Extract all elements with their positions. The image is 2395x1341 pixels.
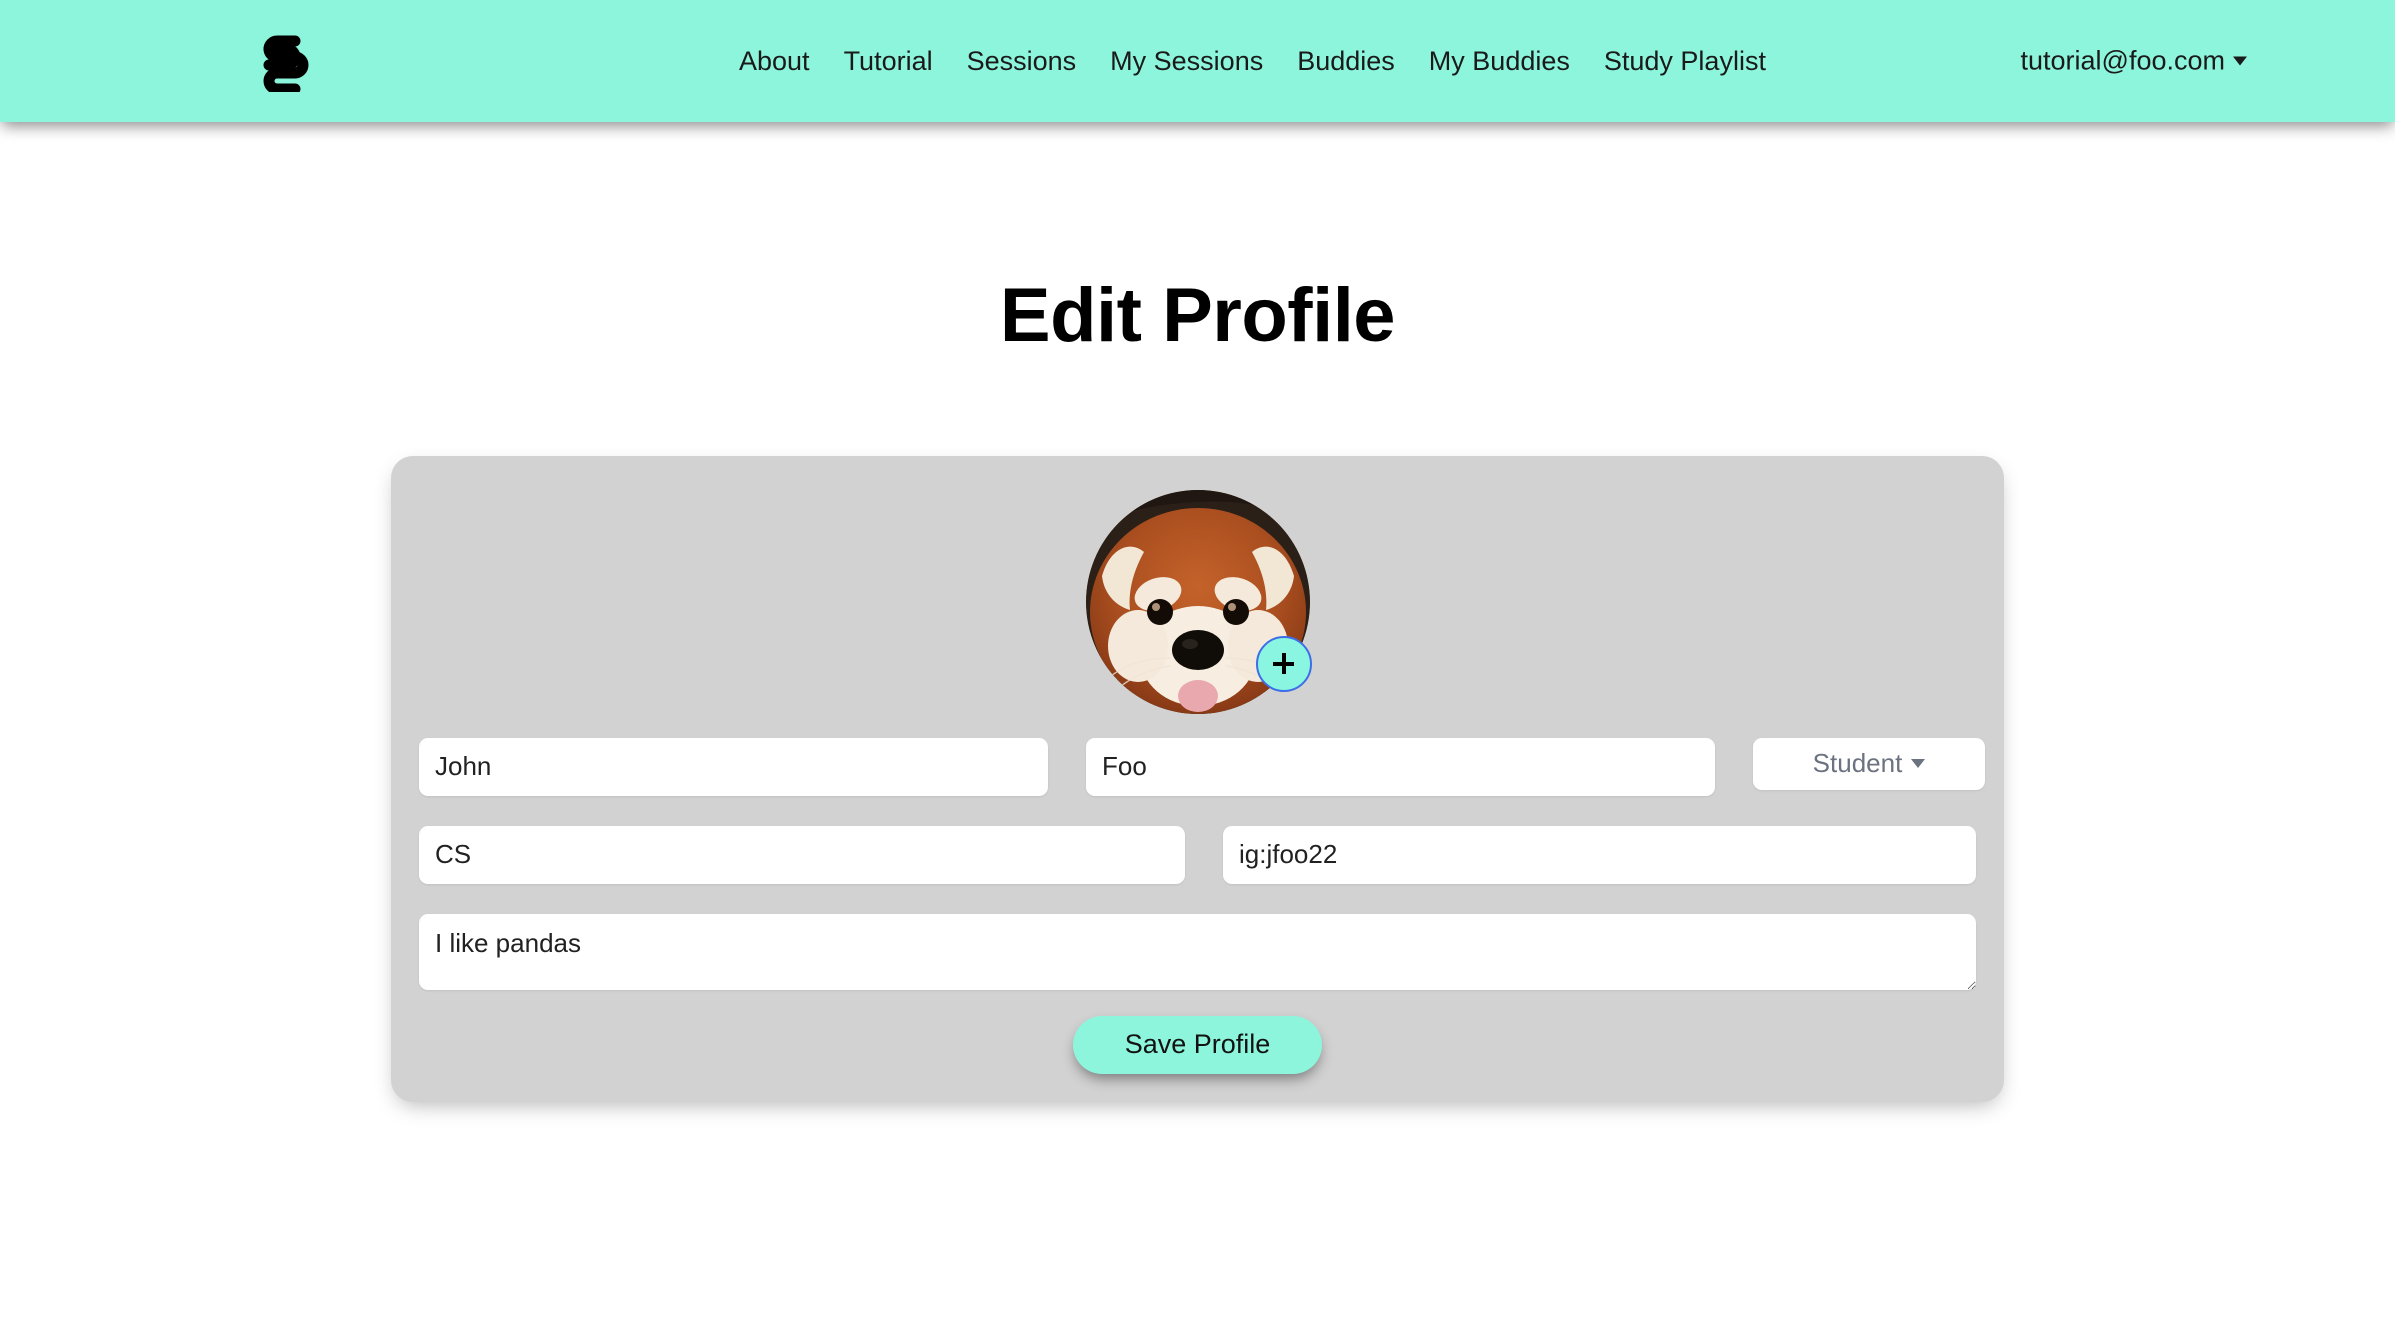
role-dropdown-label: Student (1812, 748, 1903, 779)
profile-card-wrapper: Student I like pandas Save Profile (0, 455, 2395, 1102)
social-input[interactable] (1223, 825, 1976, 884)
first-name-input[interactable] (419, 737, 1048, 796)
avatar-holder (1085, 489, 1312, 714)
logo-icon (251, 30, 313, 92)
nav-item-tutorial[interactable]: Tutorial (827, 47, 950, 75)
avatar-row (419, 482, 1976, 738)
brand-logo-link[interactable] (250, 29, 314, 93)
nav-item-buddies[interactable]: Buddies (1280, 47, 1412, 75)
form-row-bio: I like pandas (419, 913, 1976, 990)
user-menu-dropdown[interactable]: tutorial@foo.com (2020, 45, 2247, 77)
role-dropdown[interactable]: Student (1753, 737, 1985, 790)
chevron-down-icon (1911, 759, 1926, 769)
save-row: Save Profile (419, 1015, 1976, 1074)
add-photo-button[interactable] (1255, 635, 1312, 692)
bio-textarea[interactable]: I like pandas (419, 913, 1976, 990)
top-navbar: About Tutorial Sessions My Sessions Budd… (0, 0, 2395, 122)
primary-nav: About Tutorial Sessions My Sessions Budd… (722, 47, 1783, 75)
form-row-details (419, 825, 1976, 884)
edit-profile-card: Student I like pandas Save Profile (391, 455, 2004, 1102)
last-name-input[interactable] (1086, 737, 1715, 796)
nav-item-my-sessions[interactable]: My Sessions (1093, 47, 1280, 75)
page-title: Edit Profile (999, 273, 1396, 358)
major-input[interactable] (419, 825, 1185, 884)
user-email-label: tutorial@foo.com (2020, 45, 2226, 76)
form-row-name: Student (419, 737, 1985, 796)
chevron-down-icon (2233, 56, 2247, 66)
nav-item-study-playlist[interactable]: Study Playlist (1587, 47, 1783, 75)
nav-item-my-buddies[interactable]: My Buddies (1412, 47, 1587, 75)
nav-item-about[interactable]: About (722, 47, 827, 75)
nav-item-sessions[interactable]: Sessions (950, 47, 1094, 75)
save-profile-button[interactable]: Save Profile (1072, 1015, 1323, 1074)
